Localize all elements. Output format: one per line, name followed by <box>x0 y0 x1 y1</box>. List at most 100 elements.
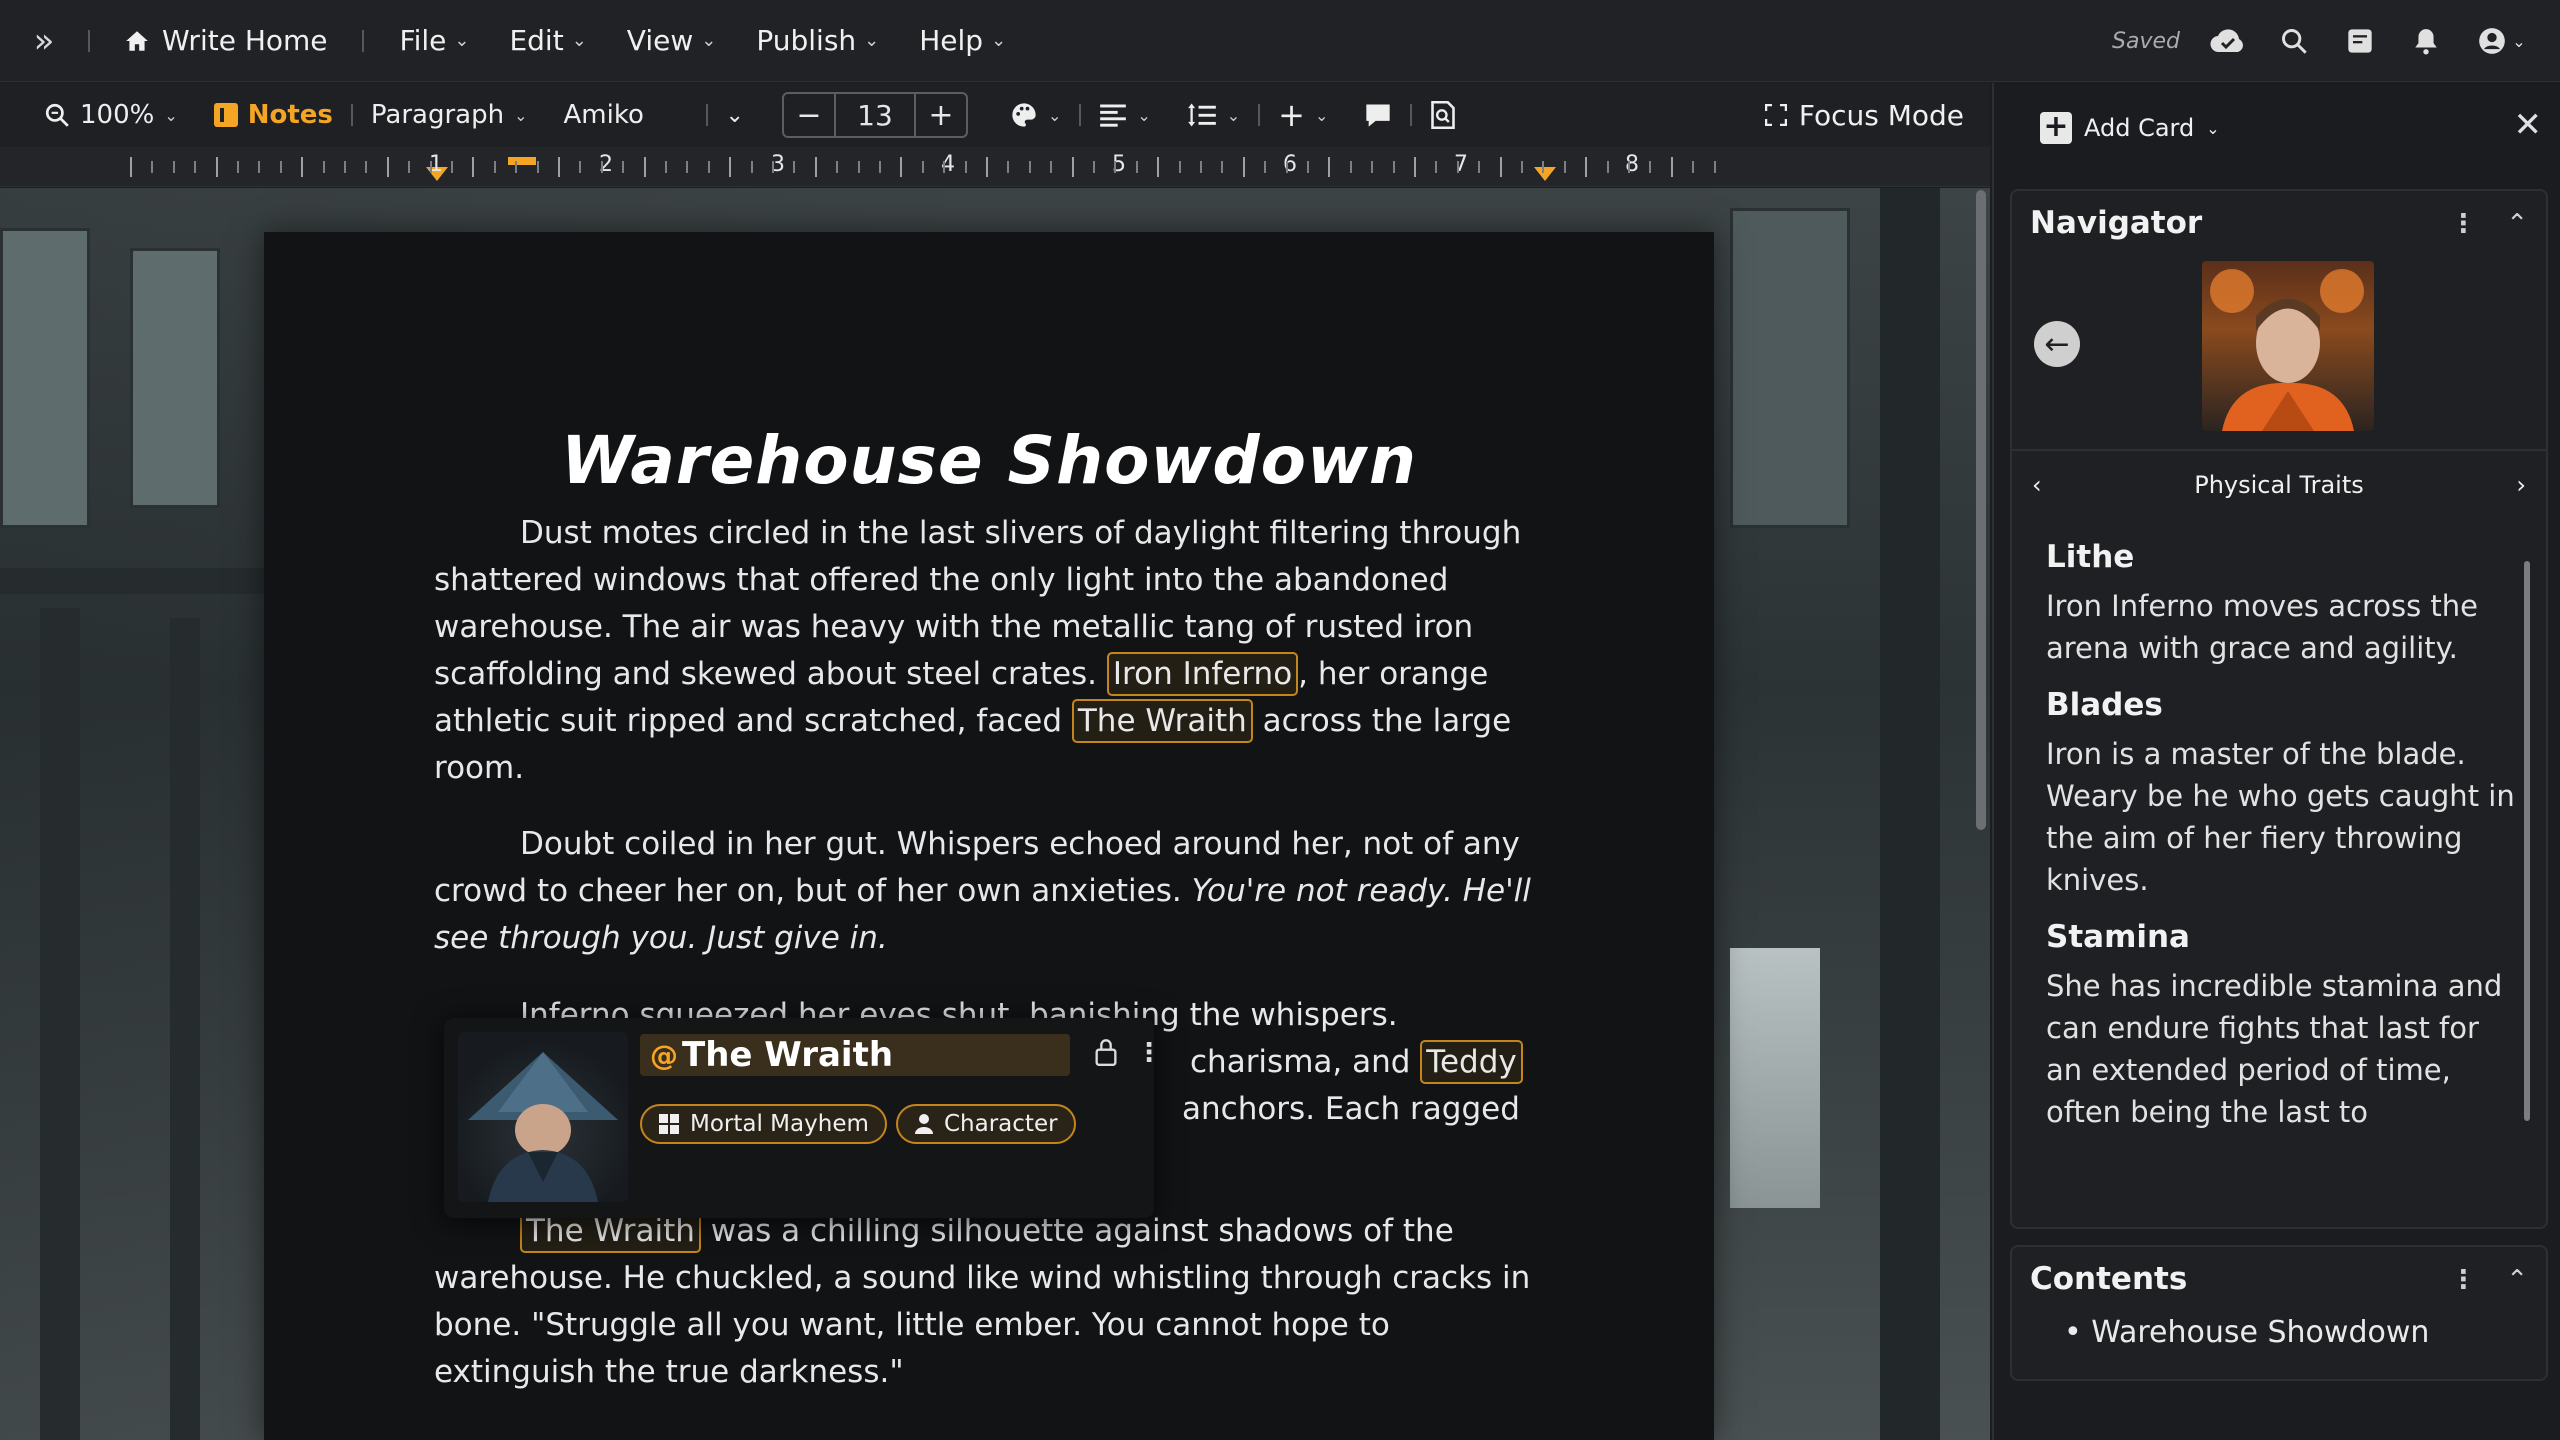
paragraph-fragment[interactable]: charisma, and Teddy <box>1190 1039 1570 1086</box>
mention-tag[interactable]: The Wraith <box>1071 699 1253 743</box>
back-arrow-icon[interactable]: ← <box>2034 321 2080 367</box>
align-select[interactable]: ⌄ <box>1081 102 1168 128</box>
ruler-tick <box>172 161 175 173</box>
navigator-controls: ⋮ ⌃ <box>2450 209 2528 239</box>
insert-select[interactable]: + ⌄ <box>1260 96 1346 134</box>
chevron-down-icon: ⌄ <box>2512 31 2526 51</box>
ruler-tick <box>793 161 796 173</box>
chip-project[interactable]: Mortal Mayhem <box>640 1104 887 1144</box>
trait-body: She has incredible stamina and can endur… <box>2046 969 2503 1129</box>
trait-heading: Blades <box>2046 687 2163 723</box>
ruler-tick <box>1050 161 1053 173</box>
ruler-tick <box>130 157 132 177</box>
right-panel: + Add Card ⌄ ✕ Navigator ⋮ ⌃ ← ‹ Physica… <box>1992 83 2560 1440</box>
chevron-up-icon[interactable]: ⌃ <box>2506 209 2528 239</box>
chevron-left-icon[interactable]: ‹ <box>2032 471 2042 499</box>
menu-view-label: View <box>626 24 694 57</box>
lock-icon[interactable] <box>1094 1038 1118 1066</box>
chip-type[interactable]: Character <box>896 1104 1076 1144</box>
ruler-tick <box>322 161 325 173</box>
bell-icon[interactable] <box>2408 23 2444 59</box>
mention-hover-card[interactable]: @ The Wraith ⋮ Mortal Mayhem Character <box>444 1018 1162 1218</box>
right-indent-marker[interactable] <box>1534 167 1556 181</box>
chip-type-label: Character <box>944 1111 1058 1137</box>
traits-list: Lithe Iron Inferno moves across the aren… <box>2046 539 2516 1153</box>
chevron-down-icon: ⌄ <box>1047 105 1062 125</box>
find-in-document-icon <box>1431 101 1456 129</box>
more-vertical-icon[interactable]: ⋮ <box>2450 1265 2476 1295</box>
contents-item[interactable]: • Warehouse Showdown <box>2064 1315 2429 1350</box>
editor-scrollbar[interactable] <box>1976 190 1986 830</box>
contents-title: Contents <box>2030 1261 2188 1297</box>
expand-sidebar-icon[interactable]: » <box>0 0 88 82</box>
ruler-tick <box>1349 161 1352 173</box>
navigator-scrollbar[interactable] <box>2524 561 2530 1121</box>
ruler-tick <box>857 161 860 173</box>
paragraph[interactable]: Dust motes circled in the last slivers o… <box>434 510 1534 792</box>
font-size-stepper[interactable]: − 13 + <box>781 92 968 138</box>
character-portrait <box>458 1032 628 1202</box>
notes-list-icon[interactable] <box>2342 23 2378 59</box>
paragraph-fragment[interactable]: anchors. Each ragged <box>1182 1086 1562 1133</box>
hover-card-title-text: The Wraith <box>682 1035 894 1075</box>
decrease-font-size-button[interactable]: − <box>784 98 834 133</box>
ruler[interactable]: 1 2 3 4 5 6 7 8 <box>0 147 1990 187</box>
ruler-tick <box>408 161 411 173</box>
contents-item-label: Warehouse Showdown <box>2091 1315 2430 1350</box>
font-size-value[interactable]: 13 <box>833 92 916 138</box>
write-home-link[interactable]: Write Home <box>124 24 328 57</box>
text-color-select[interactable]: ⌄ <box>992 101 1079 129</box>
menu-edit[interactable]: Edit ⌄ <box>489 24 606 57</box>
align-left-icon <box>1100 104 1127 127</box>
trait-body: Iron Inferno moves across the arena with… <box>2046 589 2479 665</box>
saved-status: Saved <box>2112 28 2180 54</box>
chevron-up-icon[interactable]: ⌃ <box>2506 1265 2528 1295</box>
font-family-select[interactable]: Amiko <box>546 100 706 130</box>
more-vertical-icon[interactable]: ⋮ <box>2450 209 2476 239</box>
comment-button[interactable] <box>1346 102 1410 128</box>
focus-mode-button[interactable]: Focus Mode <box>1764 83 1964 147</box>
menu-publish[interactable]: Publish ⌄ <box>736 24 899 57</box>
find-button[interactable] <box>1412 101 1474 129</box>
ruler-tick <box>879 161 881 173</box>
ruler-tick <box>1178 161 1181 173</box>
ruler-tick <box>1307 161 1309 173</box>
account-menu[interactable]: ⌄ <box>2474 23 2530 59</box>
focus-frame-icon <box>1764 104 1787 126</box>
notes-toggle[interactable]: Notes <box>196 100 351 130</box>
chevron-down-icon: ⌄ <box>1137 105 1151 125</box>
line-spacing-select[interactable]: ⌄ <box>1169 102 1258 128</box>
hover-card-title[interactable]: @ The Wraith <box>640 1034 1070 1076</box>
menu-help[interactable]: Help ⌄ <box>899 24 1026 57</box>
paragraph-style-select[interactable]: Paragraph ⌄ <box>353 100 546 130</box>
ruler-tick <box>515 161 518 173</box>
font-dropdown-chevron[interactable]: ⌄ <box>708 103 762 128</box>
background-pillar <box>170 618 200 1440</box>
paragraph[interactable]: The Wraith was a chilling silhouette aga… <box>434 1208 1534 1396</box>
close-panel-icon[interactable]: ✕ <box>2514 105 2543 145</box>
ruler-tick <box>1713 161 1716 173</box>
ruler-tick <box>1499 157 1502 177</box>
menu-view[interactable]: View ⌄ <box>607 24 737 57</box>
hover-card-actions: ⋮ <box>1094 1038 1162 1068</box>
background-pillar <box>40 608 80 1440</box>
increase-font-size-button[interactable]: + <box>916 98 966 133</box>
contents-card: Contents ⋮ ⌃ • Warehouse Showdown <box>2010 1245 2548 1381</box>
mention-tag[interactable]: Teddy <box>1420 1040 1523 1084</box>
document-title[interactable]: Warehouse Showdown <box>0 422 1978 499</box>
ruler-tick <box>836 161 839 173</box>
paragraph[interactable]: Doubt coiled in her gut. Whispers echoed… <box>434 821 1534 962</box>
search-icon[interactable] <box>2276 23 2312 59</box>
add-card-button[interactable]: + Add Card ⌄ <box>1994 83 2560 173</box>
mention-tag[interactable]: Iron Inferno <box>1106 652 1299 696</box>
chevron-right-icon[interactable]: › <box>2516 471 2526 499</box>
zoom-select[interactable]: 100% ⌄ <box>0 100 196 130</box>
navigator-section-label: Physical Traits <box>2194 471 2364 499</box>
paragraph-text: charisma, and <box>1190 1044 1411 1080</box>
more-vertical-icon[interactable]: ⋮ <box>1136 1038 1162 1068</box>
palette-icon <box>1012 103 1036 127</box>
menu-file[interactable]: File ⌄ <box>380 24 490 57</box>
focus-mode-label: Focus Mode <box>1798 98 1964 132</box>
first-line-indent-marker[interactable] <box>508 157 536 165</box>
ruler-tick <box>237 161 239 173</box>
